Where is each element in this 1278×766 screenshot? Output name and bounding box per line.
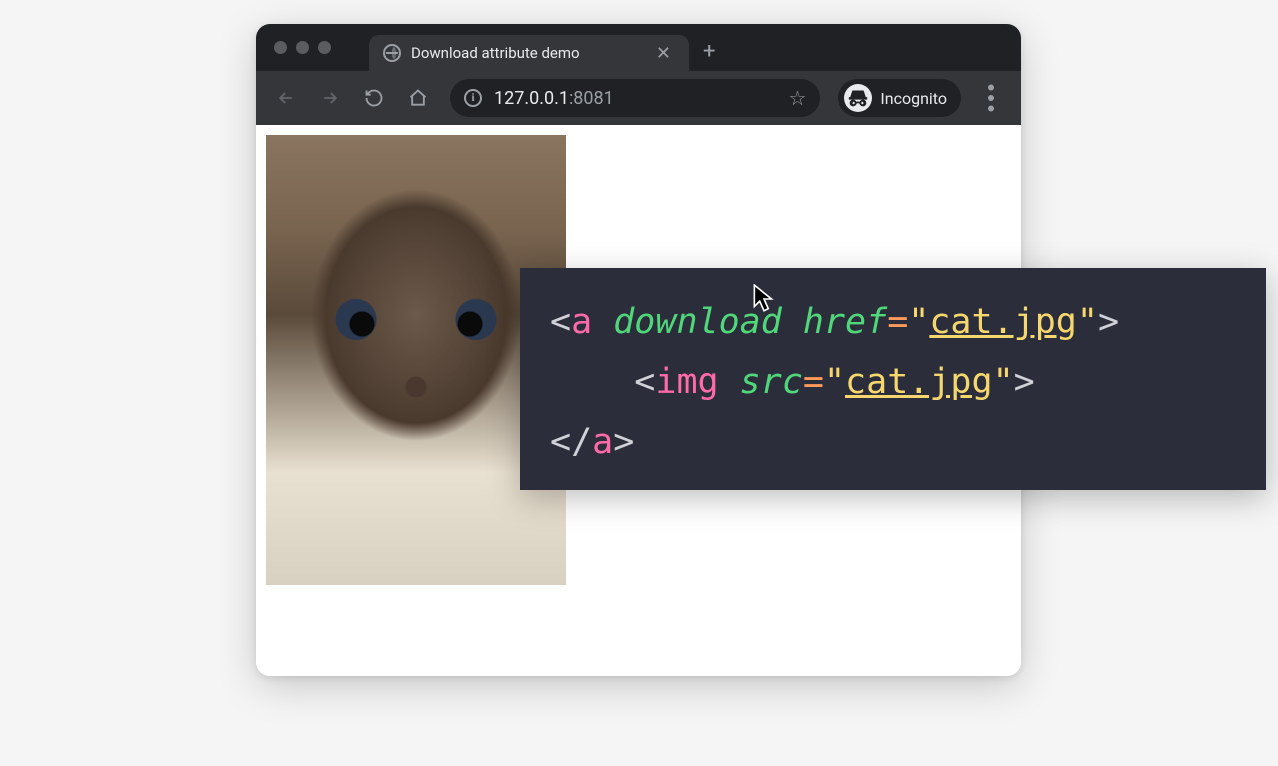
code-line-3: </a>	[550, 412, 1236, 472]
tab-title: Download attribute demo	[411, 44, 642, 62]
mouse-cursor-icon	[753, 284, 775, 314]
browser-tab[interactable]: Download attribute demo ✕	[369, 35, 689, 71]
reload-button[interactable]	[356, 80, 392, 116]
forward-button[interactable]	[312, 80, 348, 116]
code-line-2: <img src="cat.jpg">	[550, 352, 1236, 412]
url-text: 127.0.0.1:8081	[494, 88, 776, 109]
close-tab-button[interactable]: ✕	[652, 43, 675, 64]
minimize-window-button[interactable]	[296, 41, 309, 54]
code-line-1: <a download href="cat.jpg">	[550, 292, 1236, 352]
bookmark-star-icon[interactable]: ☆	[788, 86, 806, 110]
globe-icon	[383, 44, 401, 62]
incognito-label: Incognito	[880, 89, 947, 108]
maximize-window-button[interactable]	[318, 41, 331, 54]
kebab-menu-icon[interactable]	[973, 80, 1009, 116]
site-info-icon[interactable]	[464, 89, 482, 107]
back-button[interactable]	[268, 80, 304, 116]
address-bar[interactable]: 127.0.0.1:8081 ☆	[450, 79, 820, 117]
close-window-button[interactable]	[274, 41, 287, 54]
toolbar: 127.0.0.1:8081 ☆ Incognito	[256, 71, 1021, 125]
home-button[interactable]	[400, 80, 436, 116]
code-snippet-overlay: <a download href="cat.jpg"> <img src="ca…	[520, 268, 1266, 490]
incognito-icon	[844, 84, 872, 112]
window-controls	[274, 41, 331, 54]
new-tab-button[interactable]: +	[703, 39, 715, 64]
titlebar: Download attribute demo ✕ +	[256, 24, 1021, 71]
incognito-badge[interactable]: Incognito	[838, 79, 961, 117]
